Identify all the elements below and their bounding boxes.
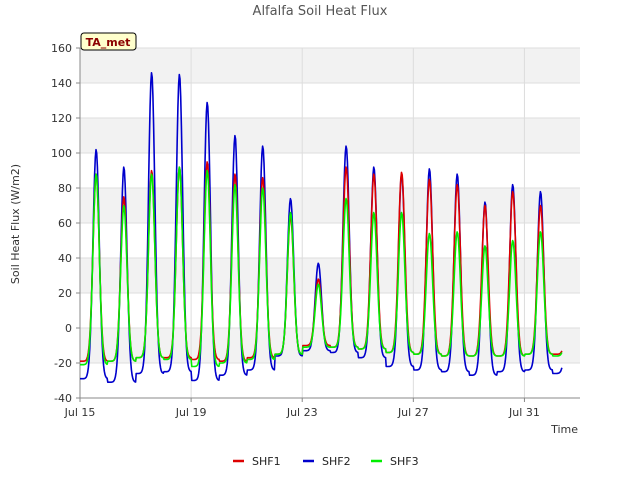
- y-tick-label: 40: [58, 252, 72, 265]
- legend-label-shf3: SHF3: [390, 455, 419, 468]
- x-tick-label: Jul 15: [64, 406, 96, 419]
- y-tick-label: 60: [58, 217, 72, 230]
- badge-label: TA_met: [86, 36, 131, 49]
- x-axis-label: Time: [550, 423, 578, 436]
- y-tick-label: -20: [54, 357, 72, 370]
- legend-label-shf2: SHF2: [322, 455, 351, 468]
- y-tick-label: 120: [51, 112, 72, 125]
- legend-label-shf1: SHF1: [252, 455, 281, 468]
- x-tick-label: Jul 31: [508, 406, 540, 419]
- y-tick-label: 160: [51, 42, 72, 55]
- y-tick-label: 0: [65, 322, 72, 335]
- chart: -40 -20 0 20 40 60 80 100 120 140 160 Jul 15 Jul 19…: [9, 4, 580, 468]
- x-tick-label: Jul 23: [286, 406, 318, 419]
- x-tick-label: Jul 27: [397, 406, 429, 419]
- plot-band: [80, 83, 580, 118]
- y-tick-label: -40: [54, 392, 72, 405]
- legend: SHF1 SHF2 SHF3: [233, 455, 419, 468]
- y-tick-label: 80: [58, 182, 72, 195]
- y-tick-labels: -40 -20 0 20 40 60 80 100 120 140 160: [51, 42, 80, 405]
- x-tick-labels: Jul 15 Jul 19 Jul 23 Jul 27 Jul 31: [64, 398, 540, 419]
- plot-band: [80, 293, 580, 328]
- chart-title: Alfalfa Soil Heat Flux: [253, 4, 388, 19]
- plot-band: [80, 48, 580, 83]
- y-tick-label: 100: [51, 147, 72, 160]
- y-tick-label: 20: [58, 287, 72, 300]
- x-tick-label: Jul 19: [175, 406, 207, 419]
- plot-band: [80, 118, 580, 153]
- y-tick-label: 140: [51, 77, 72, 90]
- y-axis-label: Soil Heat Flux (W/m2): [9, 164, 22, 284]
- ta-met-badge: TA_met: [80, 32, 137, 51]
- plot-band: [80, 363, 580, 398]
